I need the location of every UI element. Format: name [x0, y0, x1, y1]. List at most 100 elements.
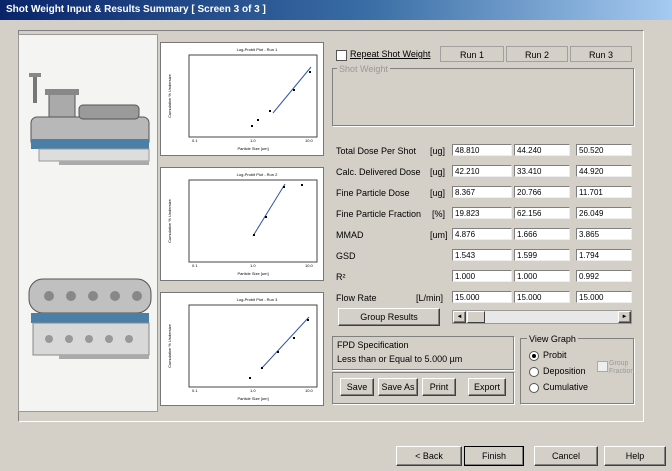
back-button[interactable]: < Back — [396, 446, 462, 466]
plot-title: Log-Probit Plot - Run 1 — [237, 47, 278, 52]
data-point — [261, 367, 263, 369]
gsd-run-2[interactable]: 1.599 — [514, 249, 570, 261]
result-unit: [um] — [430, 230, 448, 240]
r-squared-run-1[interactable]: 1.000 — [452, 270, 512, 282]
delivered-dose-run-2[interactable]: 33.410 — [514, 165, 570, 177]
total-dose-run-1[interactable]: 48.810 — [452, 144, 512, 156]
data-point — [269, 110, 271, 112]
result-unit: [L/min] — [416, 293, 444, 303]
run-3-header: Run 3 — [570, 46, 632, 62]
mmad-run-1[interactable]: 4.876 — [452, 228, 512, 240]
flow-rate-run-2[interactable]: 15.000 — [514, 291, 570, 303]
data-point — [283, 186, 285, 188]
repeat-shot-weight-checkbox[interactable] — [336, 50, 347, 61]
result-label: GSD — [336, 251, 356, 261]
fit-line — [252, 183, 286, 237]
tick-label: 1.0 — [250, 138, 256, 143]
shot-weight-group: Shot Weight — [332, 64, 634, 126]
save-as-button[interactable]: Save As — [378, 378, 418, 396]
mmad-run-2[interactable]: 1.666 — [514, 228, 570, 240]
flow-rate-run-1[interactable]: 15.000 — [452, 291, 512, 303]
r-squared-run-3[interactable]: 0.992 — [576, 270, 632, 282]
total-dose-run-2[interactable]: 44.240 — [514, 144, 570, 156]
fine-particle-fraction-run-2[interactable]: 62.156 — [514, 207, 570, 219]
flow-rate-run-3[interactable]: 15.000 — [576, 291, 632, 303]
results-scrollbar[interactable]: ◄ ► — [452, 310, 632, 324]
help-button[interactable]: Help — [604, 446, 666, 466]
data-point — [249, 377, 251, 379]
fpd-specification-title: FPD Specification — [337, 340, 409, 350]
probit-label: Probit — [543, 350, 567, 360]
result-label: Total Dose Per Shot — [336, 146, 417, 156]
probit-plot-run-1: Log-Probit Plot - Run 1 Cumulative % Und… — [160, 42, 324, 156]
run-2-header: Run 2 — [506, 46, 568, 62]
data-point — [277, 351, 279, 353]
view-graph-title: View Graph — [527, 334, 578, 344]
window-title: Shot Weight Input & Results Summary [ Sc… — [6, 4, 266, 15]
result-unit: [ug] — [430, 167, 446, 177]
gsd-run-3[interactable]: 1.794 — [576, 249, 632, 261]
probit-plot-run-2: Log-Probit Plot - Run 2 Cumulative % Und… — [160, 167, 324, 281]
tick-label: 10.0 — [305, 388, 314, 393]
tick-label: 0.1 — [192, 388, 198, 393]
data-point — [293, 337, 295, 339]
delivered-dose-run-1[interactable]: 42.210 — [452, 165, 512, 177]
tick-label: 1.0 — [250, 388, 256, 393]
data-point — [301, 184, 303, 186]
cumulative-label: Cumulative — [543, 382, 589, 392]
fine-particle-dose-run-2[interactable]: 20.766 — [514, 186, 570, 198]
group-results-button[interactable]: Group Results — [338, 308, 440, 326]
export-button[interactable]: Export — [468, 378, 506, 396]
tick-label: 0.1 — [192, 138, 198, 143]
gsd-run-1[interactable]: 1.543 — [452, 249, 512, 261]
cumulative-radio[interactable] — [529, 383, 539, 393]
plot-title: Log-Probit Plot - Run 3 — [237, 297, 278, 302]
view-graph-group: View Graph Probit Deposition Cumulative … — [520, 334, 635, 404]
device-photo-panel — [18, 34, 158, 412]
run-1-header: Run 1 — [440, 46, 504, 62]
finish-button[interactable]: Finish — [464, 446, 524, 466]
title-bar: Shot Weight Input & Results Summary [ Sc… — [0, 0, 672, 20]
result-label: R² — [336, 272, 346, 282]
result-unit: [ug] — [430, 146, 446, 156]
device-illustration — [28, 73, 152, 359]
plot-title: Log-Probit Plot - Run 2 — [237, 172, 278, 177]
repeat-shot-weight-label: Repeat Shot Weight — [350, 49, 431, 59]
r-squared-run-2[interactable]: 1.000 — [514, 270, 570, 282]
print-button[interactable]: Print — [422, 378, 456, 396]
tick-label: 10.0 — [305, 138, 314, 143]
scroll-thumb[interactable] — [467, 311, 485, 323]
data-point — [307, 319, 309, 321]
mmad-run-3[interactable]: 3.865 — [576, 228, 632, 240]
fine-particle-fraction-run-3[interactable]: 26.049 — [576, 207, 632, 219]
deposition-radio[interactable] — [529, 367, 539, 377]
fit-line — [272, 66, 312, 114]
save-button[interactable]: Save — [340, 378, 374, 396]
plot-ylabel: Cumulative % Undersize — [167, 198, 172, 243]
plot-xlabel: Particle Size [um] — [237, 146, 268, 151]
tick-label: 1.0 — [250, 263, 256, 268]
group-fraction-checkbox[interactable] — [597, 361, 608, 372]
plot-ylabel: Cumulative % Undersize — [167, 73, 172, 118]
result-label: Flow Rate — [336, 293, 377, 303]
delivered-dose-run-3[interactable]: 44.920 — [576, 165, 632, 177]
probit-radio[interactable] — [529, 351, 539, 361]
group-fraction-label: Group Fraction — [609, 360, 635, 375]
scroll-right-button[interactable]: ► — [618, 311, 631, 323]
cancel-button[interactable]: Cancel — [534, 446, 598, 466]
data-point — [293, 89, 295, 91]
fine-particle-dose-run-1[interactable]: 8.367 — [452, 186, 512, 198]
deposition-label: Deposition — [543, 366, 586, 376]
data-point — [253, 234, 255, 236]
plot-xlabel: Particle Size [um] — [237, 396, 268, 401]
fine-particle-dose-run-3[interactable]: 11.701 — [576, 186, 632, 198]
data-point — [257, 119, 259, 121]
fine-particle-fraction-run-1[interactable]: 19.823 — [452, 207, 512, 219]
data-point — [265, 216, 267, 218]
tick-label: 10.0 — [305, 263, 314, 268]
scroll-left-button[interactable]: ◄ — [453, 311, 466, 323]
total-dose-run-3[interactable]: 50.520 — [576, 144, 632, 156]
data-point — [309, 71, 311, 73]
fit-line — [260, 316, 310, 370]
plot-xlabel: Particle Size [um] — [237, 271, 268, 276]
